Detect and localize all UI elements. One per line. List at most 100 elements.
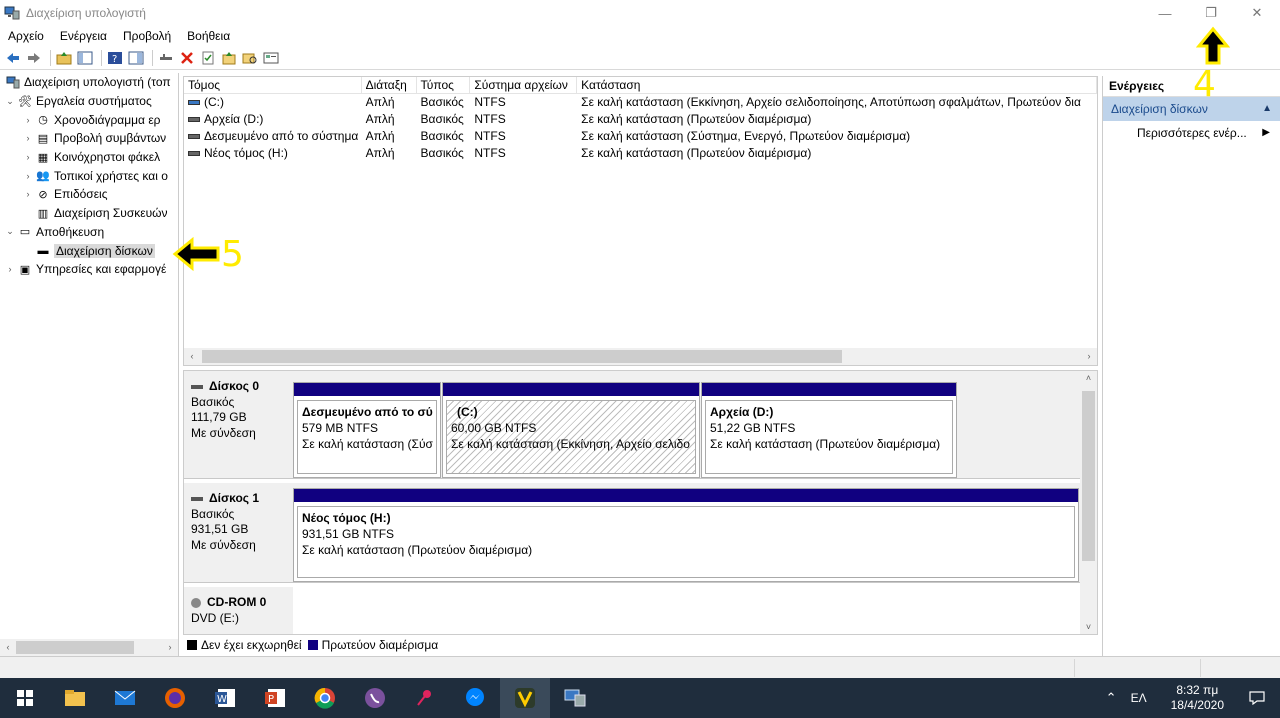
scroll-thumb[interactable] [1082, 391, 1095, 561]
actions-title: Ενέργειες [1103, 76, 1280, 97]
disk-graphical-view: Δίσκος 0 Βασικός 111,79 GB Με σύνδεση Δε… [183, 370, 1098, 635]
shared-folder-icon: ▦ [37, 151, 49, 164]
menu-action[interactable]: Ενέργεια [52, 29, 115, 43]
language-indicator[interactable]: ΕΛ [1131, 691, 1147, 705]
table-row[interactable]: Νέος τόμος (H:) Απλή Βασικός NTFS Σε καλή κα… [184, 145, 1097, 162]
tree-item-2[interactable]: › ▤ Προβολή συμβάντων [0, 129, 178, 148]
table-row[interactable]: Δεσμευμένο από το σύστημα Απλή Βασικός NTFS… [184, 128, 1097, 145]
scroll-thumb[interactable] [202, 350, 842, 363]
menu-file[interactable]: Αρχείο [0, 29, 52, 43]
chevron-right-icon[interactable]: › [22, 189, 34, 199]
search-folder-icon[interactable] [241, 49, 259, 67]
disk-vertical-scrollbar[interactable]: ˄ ˅ [1080, 371, 1097, 634]
up-folder-icon[interactable] [55, 49, 73, 67]
column-volume[interactable]: Τόμος [184, 77, 362, 93]
chevron-right-icon[interactable]: › [22, 133, 34, 143]
more-actions[interactable]: Περισσότερες ενέρ... ▶ [1103, 121, 1280, 145]
tree-item-7[interactable]: ⌄ ▭ Αποθήκευση [0, 223, 178, 242]
tree-item-8[interactable]: ▬ Διαχείριση δίσκων [0, 241, 178, 260]
title-bar: Διαχείριση υπολογιστή — ❐ ✕ [0, 0, 1280, 26]
menu-bar: Αρχείο Ενέργεια Προβολή Βοήθεια [0, 26, 1280, 46]
viber-icon[interactable] [350, 678, 400, 718]
partition-reserved[interactable]: Δεσμευμένο από το σύ 579 MB NTFS Σε καλή… [293, 382, 441, 478]
column-status[interactable]: Κατάσταση [577, 77, 1097, 93]
scroll-thumb[interactable] [16, 641, 134, 654]
scroll-left-icon[interactable]: ‹ [184, 351, 200, 361]
tree-item-0[interactable]: ⌄ 🛠 Εργαλεία συστήματος [0, 92, 178, 111]
menu-view[interactable]: Προβολή [115, 29, 179, 43]
taskbar: W P ⌃ ΕΛ 8:32 πμ 18/4/2020 [0, 678, 1280, 718]
tree-item-label: Διαχείριση δίσκων [54, 243, 155, 258]
status-bar [0, 656, 1280, 678]
partition-d[interactable]: Αρχεία (D:) 51,22 GB NTFS Σε καλή κατάστ… [701, 382, 957, 478]
minimize-button[interactable]: — [1142, 0, 1188, 26]
partition-h[interactable]: Νέος τόμος (H:) 931,51 GB NTFS Σε καλή κ… [293, 488, 1079, 582]
notifications-icon[interactable] [1234, 691, 1280, 705]
volume-list-header: Τόμος Διάταξη Τύπος Σύστημα αρχείων Κατά… [184, 77, 1097, 94]
connect-icon[interactable] [157, 49, 175, 67]
show-hide-tree-icon[interactable] [76, 49, 94, 67]
delete-icon[interactable] [178, 49, 196, 67]
tree-item-4[interactable]: › 👥 Τοπικοί χρήστες και ο [0, 166, 178, 185]
computer-management-icon [6, 75, 20, 89]
scroll-right-icon[interactable]: › [1081, 351, 1097, 361]
forward-icon[interactable] [25, 49, 43, 67]
clock[interactable]: 8:32 πμ 18/4/2020 [1171, 683, 1224, 713]
actions-section-disk-management[interactable]: Διαχείριση δίσκων ▲ [1103, 97, 1280, 121]
computer-management-taskbar-icon[interactable] [550, 678, 600, 718]
column-type[interactable]: Τύπος [417, 77, 471, 93]
chevron-right-icon[interactable]: › [22, 171, 34, 181]
close-button[interactable]: ✕ [1234, 0, 1280, 26]
chrome-icon[interactable] [300, 678, 350, 718]
tree-item-9[interactable]: › ▣ Υπηρεσίες και εφαρμογέ [0, 260, 178, 279]
tree-horizontal-scrollbar[interactable]: ‹ › [0, 639, 178, 656]
back-icon[interactable] [4, 49, 22, 67]
tree-item-3[interactable]: › ▦ Κοινόχρηστοι φάκελ [0, 148, 178, 167]
chevron-up-icon[interactable]: ⌃ [1106, 690, 1117, 706]
file-explorer-icon[interactable] [50, 678, 100, 718]
vivaldi-icon[interactable] [500, 678, 550, 718]
pin-icon[interactable] [400, 678, 450, 718]
console-icon[interactable] [127, 49, 145, 67]
scroll-up-icon[interactable]: ˄ [1080, 373, 1097, 383]
start-icon[interactable] [0, 678, 50, 718]
cdrom-label[interactable]: CD-ROM 0 DVD (E:) [184, 587, 292, 634]
scroll-left-icon[interactable]: ‹ [0, 642, 16, 652]
tree-item-1[interactable]: › ◷ Χρονοδιάγραμμα ερ [0, 110, 178, 129]
partition-c[interactable]: (C:) 60,00 GB NTFS Σε καλή κατάσταση (Εκ… [442, 382, 700, 478]
tree-item-6[interactable]: ▥ Διαχείριση Συσκευών [0, 204, 178, 223]
help-icon[interactable]: ? [106, 49, 124, 67]
table-row[interactable]: (C:) Απλή Βασικός NTFS Σε καλή κατάσταση (Εκ… [184, 94, 1097, 111]
tree-root[interactable]: Διαχείριση υπολογιστή (τοπ [0, 73, 178, 92]
volume-horizontal-scrollbar[interactable]: ‹ › [184, 348, 1097, 365]
disk-1-label[interactable]: Δίσκος 1 Βασικός 931,51 GB Με σύνδεση [184, 483, 292, 582]
scroll-right-icon[interactable]: › [162, 642, 178, 652]
settings-panel-icon[interactable] [262, 49, 280, 67]
scroll-down-icon[interactable]: ˅ [1080, 622, 1097, 632]
messenger-icon[interactable] [450, 678, 500, 718]
export-icon[interactable] [220, 49, 238, 67]
performance-icon: ⊘ [38, 188, 48, 201]
chevron-right-icon[interactable]: › [22, 152, 34, 162]
collapse-icon[interactable]: ▲ [1262, 97, 1272, 121]
disk-icon: ▬ [37, 244, 49, 257]
chevron-right-icon[interactable]: › [22, 115, 34, 125]
powerpoint-icon[interactable]: P [250, 678, 300, 718]
restore-button[interactable]: ❐ [1188, 0, 1234, 26]
device-manager-icon: ▥ [37, 207, 49, 220]
mail-icon[interactable] [100, 678, 150, 718]
chevron-down-icon[interactable]: ⌄ [4, 226, 16, 237]
column-filesystem[interactable]: Σύστημα αρχείων [470, 77, 578, 93]
chevron-down-icon[interactable]: ⌄ [4, 96, 16, 107]
computer-management-icon [4, 6, 20, 20]
properties-icon[interactable] [199, 49, 217, 67]
svg-text:W: W [217, 694, 227, 705]
word-icon[interactable]: W [200, 678, 250, 718]
menu-help[interactable]: Βοήθεια [179, 29, 238, 43]
firefox-icon[interactable] [150, 678, 200, 718]
column-layout[interactable]: Διάταξη [362, 77, 417, 93]
tree-item-5[interactable]: › ⊘ Επιδόσεις [0, 185, 178, 204]
disk-0-label[interactable]: Δίσκος 0 Βασικός 111,79 GB Με σύνδεση [184, 371, 292, 478]
chevron-right-icon[interactable]: › [4, 264, 16, 274]
table-row[interactable]: Αρχεία (D:) Απλή Βασικός NTFS Σε καλή κατάστ… [184, 111, 1097, 128]
